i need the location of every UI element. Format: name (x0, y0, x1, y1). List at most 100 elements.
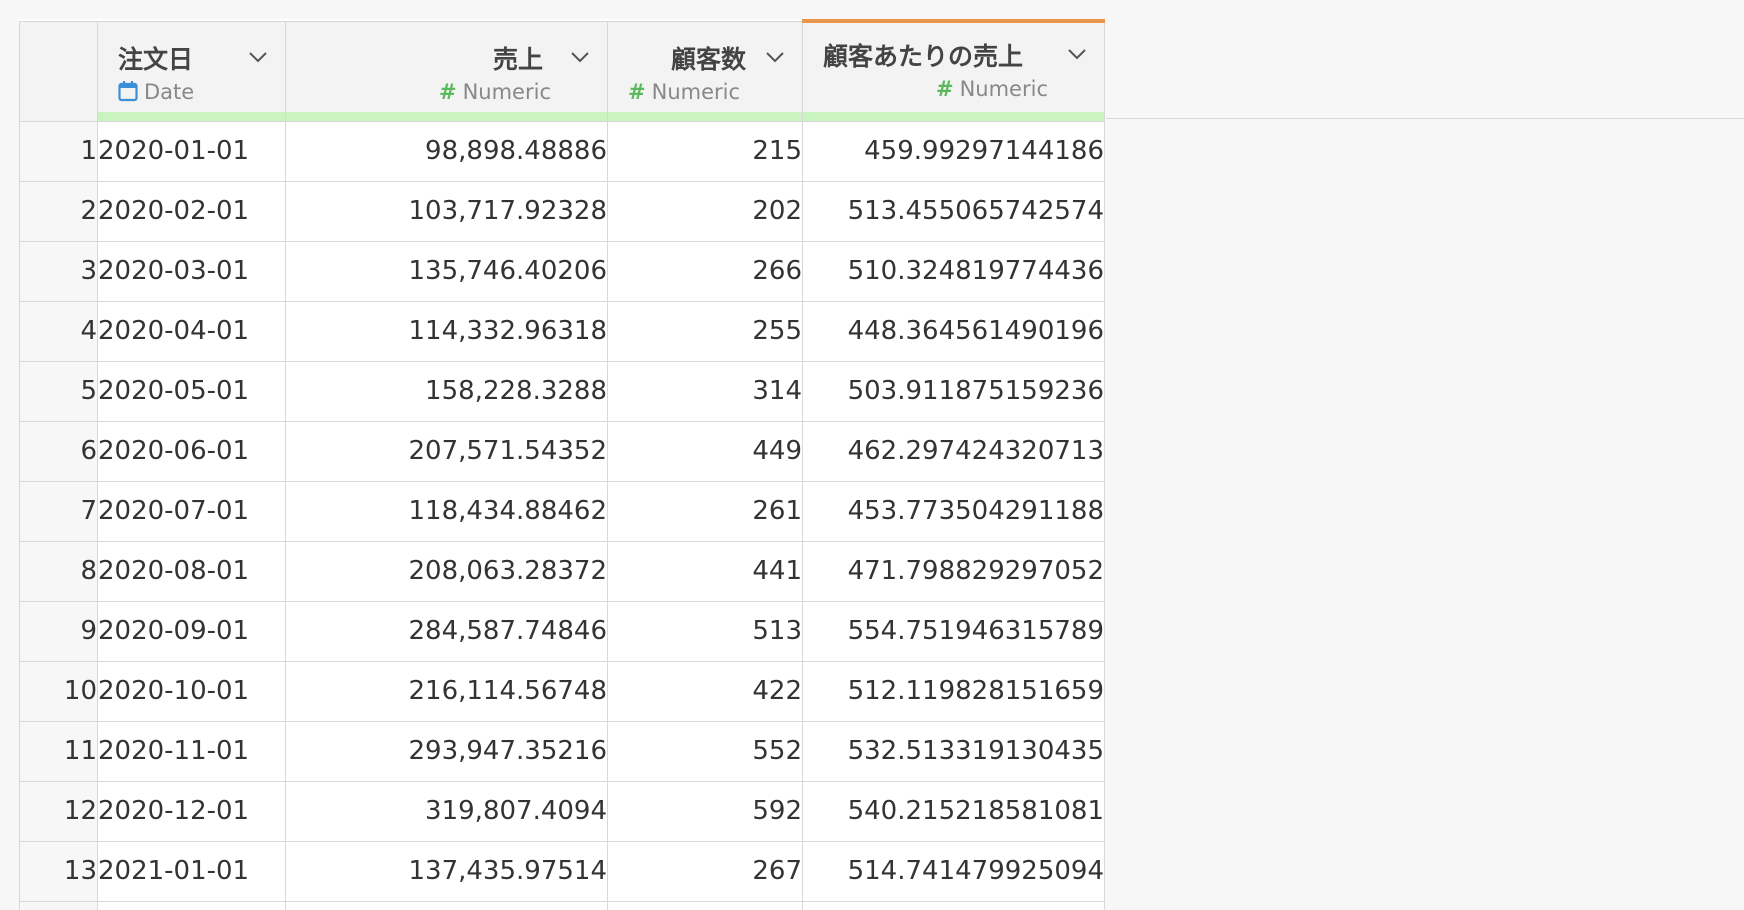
cell-sales-per-customer[interactable]: 448.364561490196 (802, 300, 1105, 362)
column-type-text: Numeric (462, 79, 551, 104)
cell-order-date[interactable]: 2020-12-01 (97, 780, 286, 842)
cell-sales[interactable]: 137,435.97514 (285, 840, 608, 902)
cell-customers[interactable]: 552 (607, 720, 803, 782)
cell-customers[interactable]: 449 (607, 420, 803, 482)
cell-sales[interactable]: 158,228.3288 (285, 360, 608, 422)
header-row: 注文日 Date 売上 # Numeric 顧客数 # Numeric 顧客あた… (19, 19, 1105, 122)
row-number: 6 (19, 420, 98, 482)
header-divider (1106, 118, 1744, 119)
cell-sales-per-customer[interactable]: 471.798829297052 (802, 540, 1105, 602)
row-number: 3 (19, 240, 98, 302)
cell-sales[interactable]: 118,434.88462 (285, 480, 608, 542)
cell-sales-per-customer[interactable]: 462.297424320713 (802, 420, 1105, 482)
row-number: 4 (19, 300, 98, 362)
cell-order-date[interactable]: 2020-10-01 (97, 660, 286, 722)
row-number: 13 (19, 840, 98, 902)
data-table: 注文日 Date 売上 # Numeric 顧客数 # Numeric 顧客あた… (19, 19, 1105, 910)
column-header-customers[interactable]: 顧客数 # Numeric (607, 20, 803, 122)
cell-order-date[interactable]: 2020-01-01 (97, 120, 286, 182)
table-row: 1 2020-01-01 98,898.48886 215 459.9929714418… (19, 120, 1105, 182)
column-type-text: Numeric (651, 79, 741, 104)
hash-icon: # (628, 79, 646, 104)
table-row: 4 2020-04-01 114,332.96318 255 448.364561490… (19, 300, 1105, 362)
column-header-sales-per-customer[interactable]: 顧客あたりの売上 # Numeric (802, 19, 1105, 122)
column-type-label: # Numeric (439, 80, 551, 104)
row-number: 9 (19, 600, 98, 662)
cell-sales-per-customer[interactable]: 554.751946315789 (802, 600, 1105, 662)
chevron-down-icon[interactable] (764, 46, 786, 68)
column-status-bar (803, 111, 1104, 121)
table-row: 7 2020-07-01 118,434.88462 261 453.773504291… (19, 480, 1105, 542)
column-type-text: Date (144, 79, 195, 104)
column-status-bar (98, 111, 285, 121)
cell-customers[interactable]: 266 (607, 240, 803, 302)
empty-cell (19, 900, 98, 910)
cell-sales-per-customer[interactable]: 453.773504291188 (802, 480, 1105, 542)
column-title: 顧客数 (670, 44, 746, 74)
column-title: 売上 (492, 44, 543, 74)
chevron-down-icon[interactable] (1066, 43, 1088, 65)
cell-sales[interactable]: 98,898.48886 (285, 120, 608, 182)
cell-order-date[interactable]: 2020-03-01 (97, 240, 286, 302)
column-type-text: Numeric (959, 77, 1048, 101)
calendar-icon (118, 80, 138, 101)
cell-sales[interactable]: 216,114.56748 (285, 660, 608, 722)
hash-icon: # (935, 77, 954, 101)
cell-customers[interactable]: 314 (607, 360, 803, 422)
column-header-order-date[interactable]: 注文日 Date (97, 20, 286, 122)
cell-sales-per-customer[interactable]: 510.324819774436 (802, 240, 1105, 302)
cell-customers[interactable]: 592 (607, 780, 803, 842)
cell-order-date[interactable]: 2020-04-01 (97, 300, 286, 362)
row-number: 1 (19, 120, 98, 182)
table-row: 10 2020-10-01 216,114.56748 422 512.11982815… (19, 660, 1105, 722)
table-row: 13 2021-01-01 137,435.97514 267 514.74147992… (19, 840, 1105, 902)
cell-sales[interactable]: 114,332.96318 (285, 300, 608, 362)
cell-order-date[interactable]: 2020-08-01 (97, 540, 286, 602)
cell-sales[interactable]: 284,587.74846 (285, 600, 608, 662)
column-title: 顧客あたりの売上 (823, 42, 1024, 71)
table-row: 6 2020-06-01 207,571.54352 449 462.297424320… (19, 420, 1105, 482)
cell-sales-per-customer[interactable]: 514.741479925094 (802, 840, 1105, 902)
cell-customers[interactable]: 441 (607, 540, 803, 602)
cell-order-date[interactable]: 2020-06-01 (97, 420, 286, 482)
cell-sales[interactable]: 135,746.40206 (285, 240, 608, 302)
cell-order-date[interactable]: 2020-09-01 (97, 600, 286, 662)
cell-sales[interactable]: 103,717.92328 (285, 180, 608, 242)
table-body: 1 2020-01-01 98,898.48886 215 459.9929714418… (19, 120, 1105, 910)
column-header-sales[interactable]: 売上 # Numeric (285, 20, 608, 122)
cell-customers[interactable]: 422 (607, 660, 803, 722)
cell-sales-per-customer[interactable]: 513.455065742574 (802, 180, 1105, 242)
cell-customers[interactable]: 255 (607, 300, 803, 362)
cell-sales-per-customer[interactable]: 459.99297144186 (802, 120, 1105, 182)
column-type-label: Date (118, 80, 194, 104)
table-row: 8 2020-08-01 208,063.28372 441 471.798829297… (19, 540, 1105, 602)
column-status-bar (286, 111, 607, 121)
cell-sales-per-customer[interactable]: 512.119828151659 (802, 660, 1105, 722)
row-number: 10 (19, 660, 98, 722)
row-number: 5 (19, 360, 98, 422)
column-title: 注文日 (118, 44, 194, 74)
cell-customers[interactable]: 267 (607, 840, 803, 902)
cell-customers[interactable]: 215 (607, 120, 803, 182)
cell-customers[interactable]: 513 (607, 600, 803, 662)
cell-sales[interactable]: 207,571.54352 (285, 420, 608, 482)
table-row: 11 2020-11-01 293,947.35216 552 532.51331913… (19, 720, 1105, 782)
cell-sales[interactable]: 293,947.35216 (285, 720, 608, 782)
row-number: 12 (19, 780, 98, 842)
cell-order-date[interactable]: 2020-02-01 (97, 180, 286, 242)
cell-sales-per-customer[interactable]: 532.513319130435 (802, 720, 1105, 782)
cell-sales[interactable]: 319,807.4094 (285, 780, 608, 842)
cell-sales-per-customer[interactable]: 503.911875159236 (802, 360, 1105, 422)
cell-order-date[interactable]: 2020-07-01 (97, 480, 286, 542)
chevron-down-icon[interactable] (247, 46, 269, 68)
cell-sales-per-customer[interactable]: 540.215218581081 (802, 780, 1105, 842)
cell-customers[interactable]: 202 (607, 180, 803, 242)
cell-order-date[interactable]: 2021-01-01 (97, 840, 286, 902)
cell-sales[interactable]: 208,063.28372 (285, 540, 608, 602)
chevron-down-icon[interactable] (569, 46, 591, 68)
cell-order-date[interactable]: 2020-05-01 (97, 360, 286, 422)
cell-order-date[interactable]: 2020-11-01 (97, 720, 286, 782)
table-row: 12 2020-12-01 319,807.4094 592 540.215218581… (19, 780, 1105, 842)
table-row-partial (19, 900, 1105, 910)
cell-customers[interactable]: 261 (607, 480, 803, 542)
